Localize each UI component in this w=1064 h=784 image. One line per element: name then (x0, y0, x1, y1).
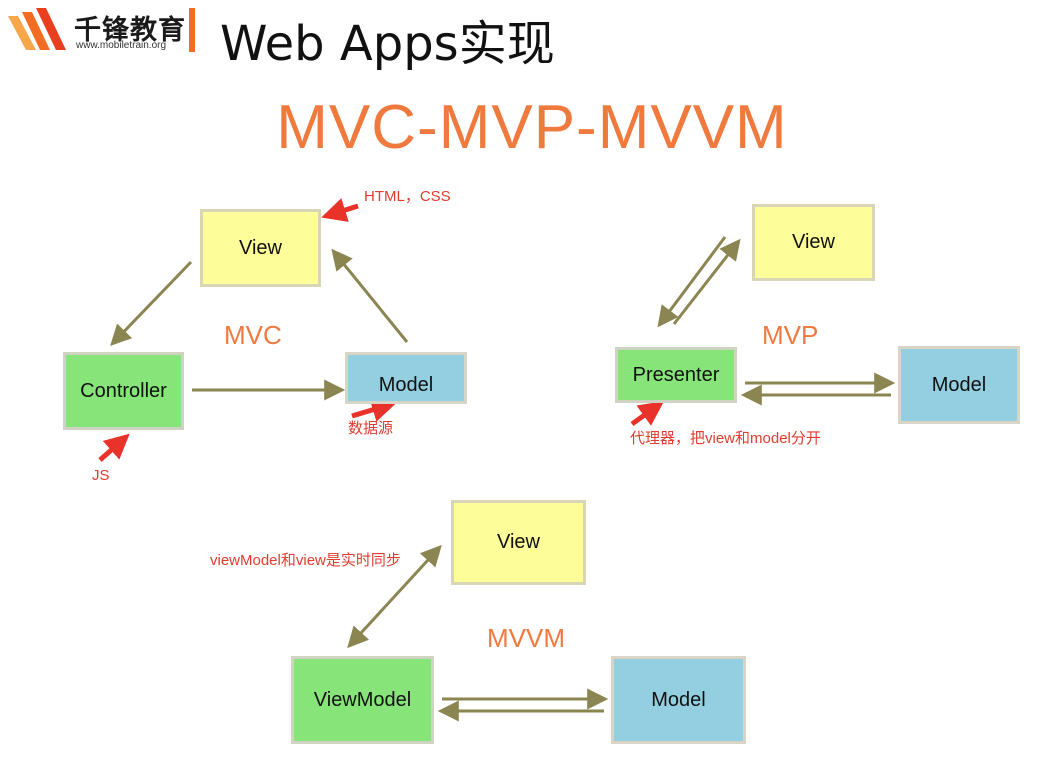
mvp-view-box: View (752, 204, 875, 281)
mvvm-viewmodel-box: ViewModel (291, 656, 434, 744)
mvc-model-to-view-arrow (331, 248, 409, 343)
mvp-presenter-box: Presenter (615, 347, 737, 403)
note-arrow-view (321, 198, 359, 222)
mvc-controller-box: Controller (63, 352, 184, 430)
note-arrow-presenter (630, 401, 665, 427)
mvc-model-box: Model (345, 352, 467, 404)
note-arrow-controller (98, 433, 130, 462)
mvc-controller-note: JS (92, 467, 110, 484)
mvc-view-to-controller-arrow (110, 260, 193, 347)
mvp-view-to-presenter-arrow (657, 236, 727, 328)
mvvm-sync-note: viewModel和view是实时同步 (210, 552, 401, 569)
mvc-label: MVC (224, 320, 282, 350)
mvp-model-box: Model (898, 346, 1020, 424)
note-arrow-model (351, 397, 397, 422)
mvvm-label: MVVM (487, 623, 565, 653)
mvp-presenter-to-view-arrow (672, 238, 741, 325)
mvc-view-box: View (200, 209, 321, 287)
mvvm-view-box: View (451, 500, 586, 585)
mvp-presenter-note: 代理器，把view和model分开 (630, 430, 821, 447)
mvp-label: MVP (762, 320, 819, 350)
mvc-model-note: 数据源 (348, 420, 394, 437)
mvc-view-note: HTML，CSS (364, 188, 451, 205)
mvvm-model-box: Model (611, 656, 746, 744)
